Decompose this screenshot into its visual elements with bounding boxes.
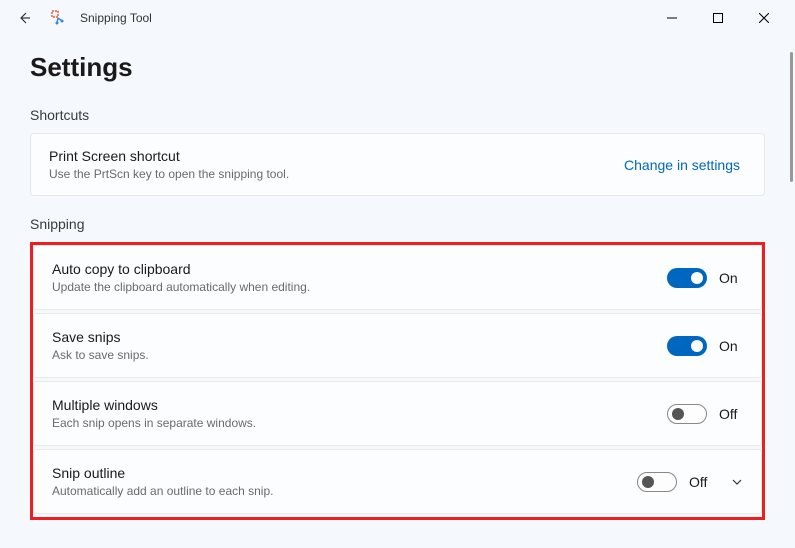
arrow-left-icon [16, 10, 32, 26]
multiple-windows-toggle-group: Off [667, 404, 743, 424]
print-screen-text: Print Screen shortcut Use the PrtScn key… [49, 148, 624, 181]
maximize-icon [713, 13, 723, 23]
multiple-windows-text: Multiple windows Each snip opens in sepa… [52, 397, 667, 430]
app-title: Snipping Tool [80, 11, 152, 25]
snip-outline-text: Snip outline Automatically add an outlin… [52, 465, 637, 498]
change-settings-link[interactable]: Change in settings [624, 157, 746, 173]
snip-outline-toggle-group: Off [637, 472, 713, 492]
auto-copy-state: On [719, 270, 743, 286]
chevron-down-icon [731, 476, 743, 488]
print-screen-title: Print Screen shortcut [49, 148, 624, 164]
app-icon [50, 9, 68, 27]
snip-outline-title: Snip outline [52, 465, 637, 481]
scrollbar[interactable] [790, 52, 793, 182]
back-button[interactable] [8, 2, 40, 34]
minimize-button[interactable] [649, 2, 695, 34]
multiple-windows-toggle[interactable] [667, 404, 707, 424]
titlebar: Snipping Tool [0, 0, 795, 36]
print-screen-card: Print Screen shortcut Use the PrtScn key… [30, 133, 765, 196]
snip-outline-expand[interactable] [731, 476, 743, 488]
multiple-windows-desc: Each snip opens in separate windows. [52, 416, 667, 430]
snip-outline-row[interactable]: Snip outline Automatically add an outlin… [33, 449, 762, 514]
auto-copy-row: Auto copy to clipboard Update the clipbo… [33, 245, 762, 310]
highlighted-snipping-group: Auto copy to clipboard Update the clipbo… [30, 242, 765, 520]
section-header-shortcuts: Shortcuts [30, 107, 765, 123]
save-snips-toggle-group: On [667, 336, 743, 356]
maximize-button[interactable] [695, 2, 741, 34]
save-snips-text: Save snips Ask to save snips. [52, 329, 667, 362]
window-controls [649, 2, 787, 34]
snip-outline-toggle[interactable] [637, 472, 677, 492]
multiple-windows-state: Off [719, 406, 743, 422]
section-header-snipping: Snipping [30, 216, 765, 232]
auto-copy-toggle[interactable] [667, 268, 707, 288]
close-button[interactable] [741, 2, 787, 34]
page-title: Settings [30, 52, 765, 83]
auto-copy-toggle-group: On [667, 268, 743, 288]
save-snips-desc: Ask to save snips. [52, 348, 667, 362]
save-snips-state: On [719, 338, 743, 354]
snip-outline-state: Off [689, 474, 713, 490]
content-area: Settings Shortcuts Print Screen shortcut… [0, 36, 795, 548]
snip-outline-desc: Automatically add an outline to each sni… [52, 484, 637, 498]
close-icon [759, 13, 769, 23]
auto-copy-desc: Update the clipboard automatically when … [52, 280, 667, 294]
multiple-windows-title: Multiple windows [52, 397, 667, 413]
minimize-icon [667, 13, 677, 23]
auto-copy-title: Auto copy to clipboard [52, 261, 667, 277]
save-snips-toggle[interactable] [667, 336, 707, 356]
auto-copy-text: Auto copy to clipboard Update the clipbo… [52, 261, 667, 294]
print-screen-desc: Use the PrtScn key to open the snipping … [49, 167, 624, 181]
save-snips-row: Save snips Ask to save snips. On [33, 313, 762, 378]
multiple-windows-row: Multiple windows Each snip opens in sepa… [33, 381, 762, 446]
save-snips-title: Save snips [52, 329, 667, 345]
